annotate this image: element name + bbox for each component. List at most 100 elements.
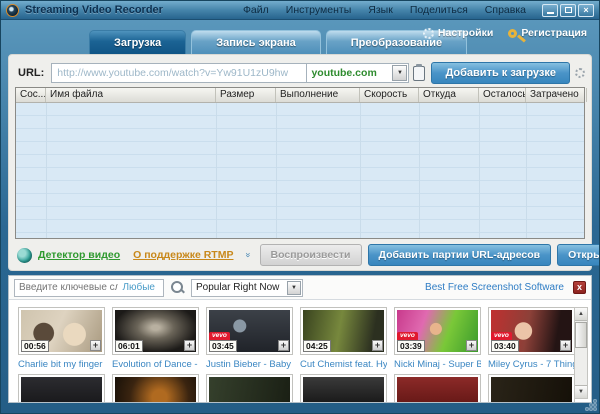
add-video-button[interactable]: + — [278, 340, 289, 351]
scroll-down-button[interactable]: ▼ — [575, 385, 587, 398]
url-label: URL: — [18, 67, 45, 79]
video-thumbnail[interactable]: vevo 03:39 + — [394, 307, 481, 355]
url-options-gear-icon[interactable] — [575, 68, 585, 78]
video-title[interactable]: Cut Chemist feat. Hy... — [300, 359, 387, 370]
video-card[interactable]: 06:01 + Evolution of Dance - ... — [112, 307, 199, 370]
tab-download-label: Загрузка — [114, 36, 162, 49]
video-thumbnail[interactable] — [112, 374, 199, 402]
tab-download[interactable]: Загрузка — [89, 30, 187, 54]
add-video-button[interactable]: + — [90, 340, 101, 351]
gear-icon — [422, 27, 434, 39]
add-to-download-button[interactable]: Добавить к загрузке — [431, 62, 570, 84]
menu-tools[interactable]: Инструменты — [286, 4, 351, 16]
menu-share[interactable]: Поделиться — [410, 4, 468, 16]
resize-grip[interactable] — [586, 400, 596, 410]
vevo-badge: vevo — [209, 332, 230, 340]
search-input[interactable] — [15, 282, 123, 293]
category-selector[interactable]: Popular Right Now ▼ — [191, 278, 303, 297]
column-header-elapsed[interactable]: Затрачено — [526, 88, 587, 102]
registration-label: Регистрация — [521, 27, 587, 39]
menu-file[interactable]: Файл — [243, 4, 269, 16]
video-card[interactable]: 00:56 + Charlie bit my finger -... — [18, 307, 105, 370]
scroll-up-button[interactable]: ▲ — [575, 308, 587, 321]
video-thumbnail[interactable] — [300, 374, 387, 402]
registration-button[interactable]: Регистрация — [508, 27, 587, 39]
video-thumbnail[interactable]: 00:56 + — [18, 307, 105, 355]
video-thumbnail[interactable] — [488, 374, 575, 402]
add-video-button[interactable]: + — [466, 340, 477, 351]
table-header: Сос... Имя файла Размер Выполнение Скоро… — [16, 88, 587, 103]
thumbnail-image — [115, 377, 196, 402]
video-card[interactable]: vevo 03:40 + Miley Cyrus - 7 Things — [488, 307, 575, 370]
column-header-speed[interactable]: Скорость — [360, 88, 419, 102]
ad-close-button[interactable]: x — [573, 281, 586, 294]
play-button[interactable]: Воспроизвести — [259, 244, 362, 266]
thumbnail-image — [303, 377, 384, 402]
paste-icon[interactable] — [413, 63, 426, 81]
chevron-down-icon: ▼ — [396, 70, 403, 76]
search-icon[interactable] — [171, 281, 184, 294]
maximize-button[interactable] — [560, 3, 576, 17]
video-title[interactable]: Miley Cyrus - 7 Things — [488, 359, 575, 370]
column-header-filename[interactable]: Имя файла — [46, 88, 216, 102]
add-video-button[interactable]: + — [560, 340, 571, 351]
video-thumbnail[interactable]: 06:01 + — [112, 307, 199, 355]
duration-badge: 03:39 — [397, 340, 425, 352]
thumbnail-image — [21, 377, 102, 402]
duration-badge: 00:56 — [21, 340, 49, 352]
scrollbar[interactable]: ▲ ▼ — [574, 307, 588, 399]
duration-badge: 06:01 — [115, 340, 143, 352]
settings-button[interactable]: Настройки — [422, 27, 493, 39]
thumbnail-image — [397, 377, 478, 402]
video-thumbnail[interactable]: vevo 03:45 + — [206, 307, 293, 355]
column-header-status[interactable]: Сос... — [16, 88, 46, 102]
video-thumbnail[interactable] — [394, 374, 481, 402]
title-bar: Streaming Video Recorder Файл Инструмент… — [1, 1, 599, 20]
site-selector[interactable]: youtube.com ▼ — [307, 63, 410, 83]
app-title: Streaming Video Recorder — [25, 4, 163, 16]
minimize-button[interactable] — [542, 3, 558, 17]
batch-url-button[interactable]: Добавить партии URL-адресов — [367, 244, 552, 266]
video-title[interactable]: Evolution of Dance - ... — [112, 359, 199, 370]
video-card[interactable]: vevo 03:39 + Nicki Minaj - Super Bass — [394, 307, 481, 370]
add-video-button[interactable]: + — [372, 340, 383, 351]
ad-link[interactable]: Best Free Screenshot Software — [425, 282, 564, 293]
download-table: Сос... Имя файла Размер Выполнение Скоро… — [15, 87, 587, 239]
scroll-down-icon: ▼ — [578, 389, 584, 395]
video-thumbnail[interactable]: vevo 03:40 + — [488, 307, 575, 355]
video-title[interactable]: Justin Bieber - Baby f... — [206, 359, 293, 370]
video-card[interactable]: vevo 03:45 + Justin Bieber - Baby f... — [206, 307, 293, 370]
close-button[interactable]: × — [578, 3, 594, 17]
video-thumbnail[interactable]: 04:25 + — [300, 307, 387, 355]
scrollbar-thumb[interactable] — [575, 322, 587, 348]
open-folder-button[interactable]: Открыть папку — [557, 244, 599, 266]
site-selector-dropdown-button[interactable]: ▼ — [392, 65, 408, 81]
column-header-remaining[interactable]: Осталось — [479, 88, 526, 102]
video-detector-link[interactable]: Детектор видео — [38, 249, 120, 261]
video-thumbnail[interactable] — [206, 374, 293, 402]
menu-help[interactable]: Справка — [485, 4, 526, 16]
video-thumbnail[interactable] — [18, 374, 105, 402]
filter-dropdown[interactable]: Любые — [122, 282, 163, 293]
tab-screen-record[interactable]: Запись экрана — [191, 30, 321, 54]
video-row-1: 00:56 + Charlie bit my finger -... 06:01… — [18, 307, 575, 370]
url-bar: URL: youtube.com ▼ Добавить к загрузке — [15, 61, 585, 85]
column-header-source[interactable]: Откуда — [419, 88, 479, 102]
site-selector-value: youtube.com — [311, 67, 377, 79]
scroll-up-icon: ▲ — [578, 311, 584, 317]
video-title[interactable]: Nicki Minaj - Super Bass — [394, 359, 481, 370]
column-header-size[interactable]: Размер — [216, 88, 276, 102]
rtmp-support-link[interactable]: О поддержке RTMP — [133, 249, 233, 261]
column-header-progress[interactable]: Выполнение — [276, 88, 360, 102]
video-title[interactable]: Charlie bit my finger -... — [18, 359, 105, 370]
category-dropdown-button[interactable]: ▼ — [287, 280, 301, 295]
add-video-button[interactable]: + — [184, 340, 195, 351]
menu-language[interactable]: Язык — [368, 4, 393, 16]
url-input[interactable] — [51, 63, 308, 83]
collapse-panel-icon[interactable]: » — [244, 252, 254, 257]
category-selector-value: Popular Right Now — [196, 282, 280, 293]
app-window: Streaming Video Recorder Файл Инструмент… — [0, 0, 600, 414]
table-body-empty[interactable] — [16, 103, 584, 238]
video-results-area: 00:56 + Charlie bit my finger -... 06:01… — [9, 300, 591, 402]
video-card[interactable]: 04:25 + Cut Chemist feat. Hy... — [300, 307, 387, 370]
